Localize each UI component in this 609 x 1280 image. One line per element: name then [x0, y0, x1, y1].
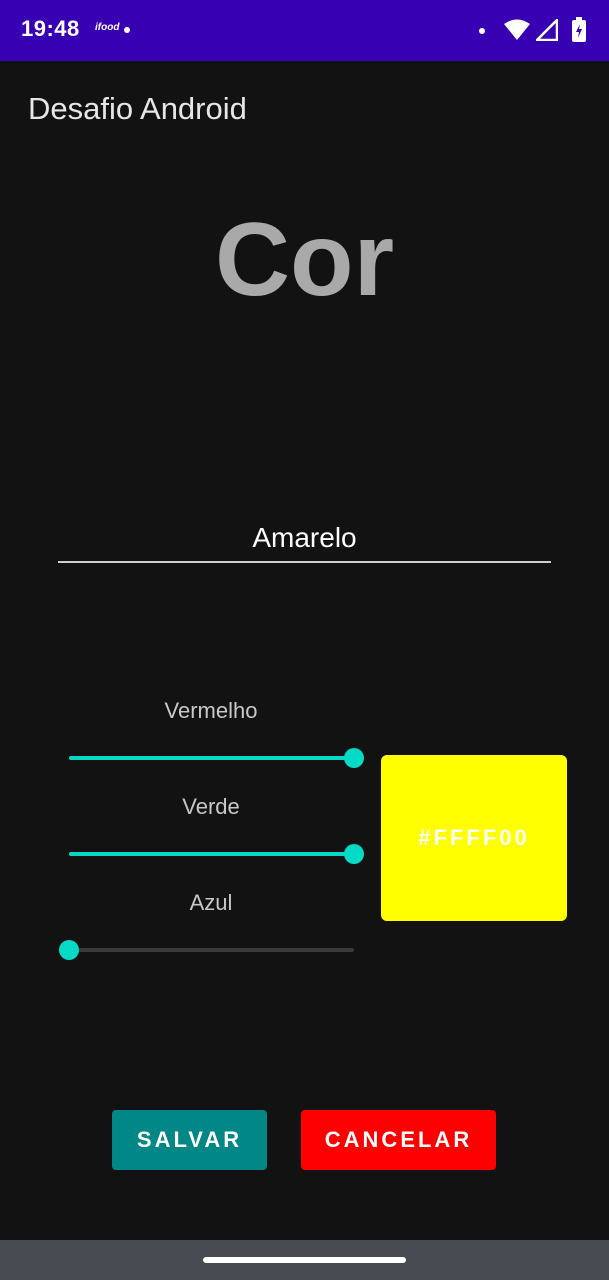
small-dot-icon — [479, 28, 485, 34]
red-slider[interactable] — [69, 748, 364, 768]
status-time: 19:48 — [21, 16, 80, 41]
notification-dot-icon — [124, 27, 130, 33]
save-button[interactable]: SALVAR — [112, 1110, 267, 1170]
color-preview: #FFFF00 — [381, 755, 567, 921]
battery-icon — [572, 17, 586, 42]
app-title: Desafio Android — [28, 91, 247, 126]
slider-fill — [69, 852, 354, 856]
home-indicator[interactable] — [203, 1257, 406, 1263]
wifi-icon — [504, 19, 530, 40]
color-hex-label: #FFFF00 — [418, 825, 530, 850]
page-title: Cor — [214, 202, 395, 318]
signal-icon — [536, 19, 558, 41]
green-slider[interactable] — [69, 844, 364, 864]
blue-slider[interactable] — [59, 940, 354, 960]
cancel-button[interactable]: CANCELAR — [301, 1110, 496, 1170]
red-slider-label: Vermelho — [164, 698, 258, 723]
color-name-value: Amarelo — [252, 522, 357, 553]
slider-thumb[interactable] — [344, 748, 364, 768]
slider-thumb[interactable] — [59, 940, 79, 960]
ifood-icon: ifood — [95, 22, 120, 33]
status-bar: 19:48 ifood — [0, 0, 609, 61]
color-name-input[interactable]: Amarelo — [58, 515, 551, 563]
slider-track — [69, 948, 354, 952]
blue-slider-label: Azul — [189, 890, 233, 915]
slider-thumb[interactable] — [344, 844, 364, 864]
green-slider-label: Verde — [182, 794, 240, 819]
slider-fill — [69, 756, 354, 760]
navigation-bar — [0, 1240, 609, 1280]
